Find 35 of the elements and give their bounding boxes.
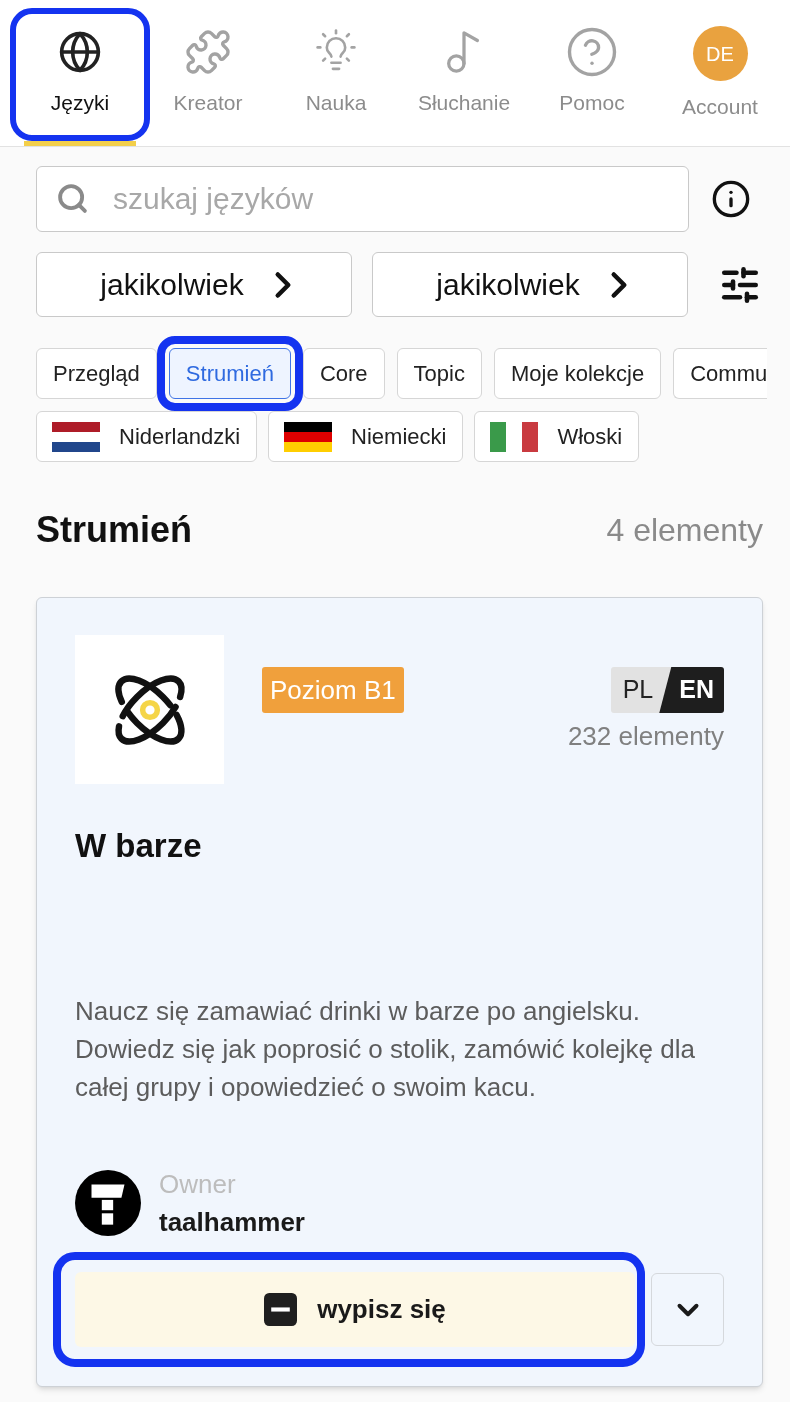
search-field[interactable]: szukaj języków (36, 166, 689, 232)
account-avatar: DE (692, 26, 748, 81)
source-language-label: PL (621, 674, 655, 706)
dropdown-button[interactable] (651, 1273, 724, 1346)
flag-icon (284, 421, 333, 452)
flag-icon (490, 421, 539, 452)
help-icon (565, 25, 619, 79)
filter-dropdown[interactable]: jakikolwiek (36, 252, 352, 317)
target-language-label: EN (659, 667, 724, 713)
element-count: 232 elementy (567, 721, 724, 751)
card-description: Naucz się zamawiać drinki w barze po angielsku. Dowiedz się jak poprosić o stolik, zamówić kolejkę dla całej grupy i opowiedzieć o swoim kacu. (75, 995, 696, 1104)
category-tab[interactable]: Core (302, 348, 385, 399)
search-icon (56, 182, 89, 215)
section-title: Strumień (36, 507, 193, 552)
owner-label: Owner (159, 1169, 237, 1199)
language-chip[interactable]: Niemiecki (268, 411, 464, 462)
category-tab[interactable]: Moje kolekcje (493, 348, 662, 399)
minus-square-icon (264, 1293, 298, 1326)
category-tab[interactable]: Przegląd (36, 348, 157, 399)
language-chip[interactable]: Włoski (474, 411, 640, 462)
filter-dropdown[interactable]: jakikolwiek (372, 252, 688, 317)
level-badge: Poziom B1 (262, 667, 404, 713)
flag-icon (52, 421, 100, 452)
language-chip[interactable]: Niderlandzki (36, 411, 258, 462)
nav-tab[interactable]: Języki (16, 14, 144, 136)
unsubscribe-button[interactable]: wypisz się (75, 1272, 635, 1347)
category-tab[interactable]: Commu (673, 348, 768, 399)
globe-icon (58, 30, 102, 74)
owner-name: taalhammer (159, 1207, 305, 1237)
card-title: W barze (75, 826, 203, 866)
puzzle-icon (184, 28, 232, 76)
owner-avatar-icon (75, 1170, 141, 1236)
item-count: 4 elementy (606, 510, 763, 550)
info-icon[interactable] (711, 179, 751, 219)
category-tab[interactable]: Topic (396, 348, 482, 399)
